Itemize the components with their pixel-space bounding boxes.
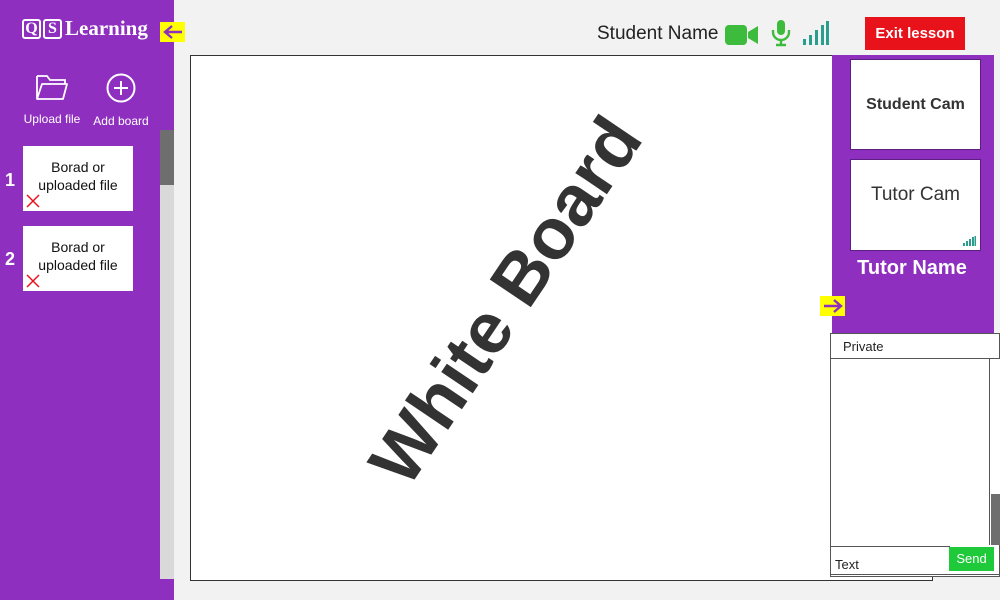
board-thumbnail[interactable]: Borad or uploaded file <box>23 226 133 291</box>
logo-letter: Q <box>22 18 41 39</box>
divider <box>831 574 1000 577</box>
board-label: Borad or uploaded file <box>38 159 118 193</box>
sidebar-scrollbar[interactable] <box>160 130 174 579</box>
add-board-button[interactable]: Add board <box>90 72 152 128</box>
board-thumbnail[interactable]: Borad or uploaded file <box>23 146 133 211</box>
upload-file-label: Upload file <box>23 112 81 126</box>
tutor-name: Tutor Name <box>857 257 967 279</box>
plus-circle-icon <box>106 73 136 103</box>
scrollbar-thumb[interactable] <box>160 130 174 185</box>
chat-text-input[interactable] <box>831 546 950 574</box>
upload-file-button[interactable]: Upload file <box>22 72 82 126</box>
student-name: Student Name <box>597 23 719 44</box>
collapse-sidebar-button[interactable] <box>160 22 185 42</box>
scrollbar-thumb[interactable] <box>991 494 1000 545</box>
arrow-left-icon <box>162 25 182 39</box>
logo-text: Learning <box>65 16 148 40</box>
arrow-right-icon <box>823 299 843 313</box>
chat-scrollbar[interactable] <box>990 359 1000 545</box>
whiteboard-label: White Board <box>354 102 658 500</box>
board-label: Borad or uploaded file <box>38 239 118 273</box>
signal-icon <box>803 21 829 45</box>
send-button[interactable]: Send <box>949 547 994 571</box>
video-camera-icon[interactable] <box>725 24 759 46</box>
tab-private[interactable]: Private <box>831 334 1000 359</box>
microphone-icon[interactable] <box>770 19 792 47</box>
board-number: 1 <box>5 170 16 190</box>
board-number: 2 <box>5 249 16 269</box>
folder-icon <box>36 75 68 100</box>
close-icon[interactable] <box>26 194 40 208</box>
logo-letter: S <box>43 18 62 39</box>
sidebar: Q S Learning Upload file Add board 1 Bor… <box>0 0 174 600</box>
add-board-label: Add board <box>93 114 149 128</box>
chat-messages <box>831 359 990 545</box>
exit-lesson-button[interactable]: Exit lesson <box>865 17 965 50</box>
chat-panel: Private Send <box>830 333 1000 577</box>
toggle-panel-button[interactable] <box>820 296 845 316</box>
video-panel: Student Cam Tutor Cam Tutor Name <box>832 55 994 335</box>
tutor-cam: Tutor Cam <box>850 159 981 251</box>
close-icon[interactable] <box>26 274 40 288</box>
tutor-cam-label: Tutor Cam <box>870 184 961 205</box>
whiteboard-canvas[interactable]: White Board <box>190 55 933 581</box>
signal-icon <box>963 236 976 246</box>
student-cam: Student Cam <box>850 59 981 150</box>
app-logo: Q S Learning <box>22 16 148 41</box>
